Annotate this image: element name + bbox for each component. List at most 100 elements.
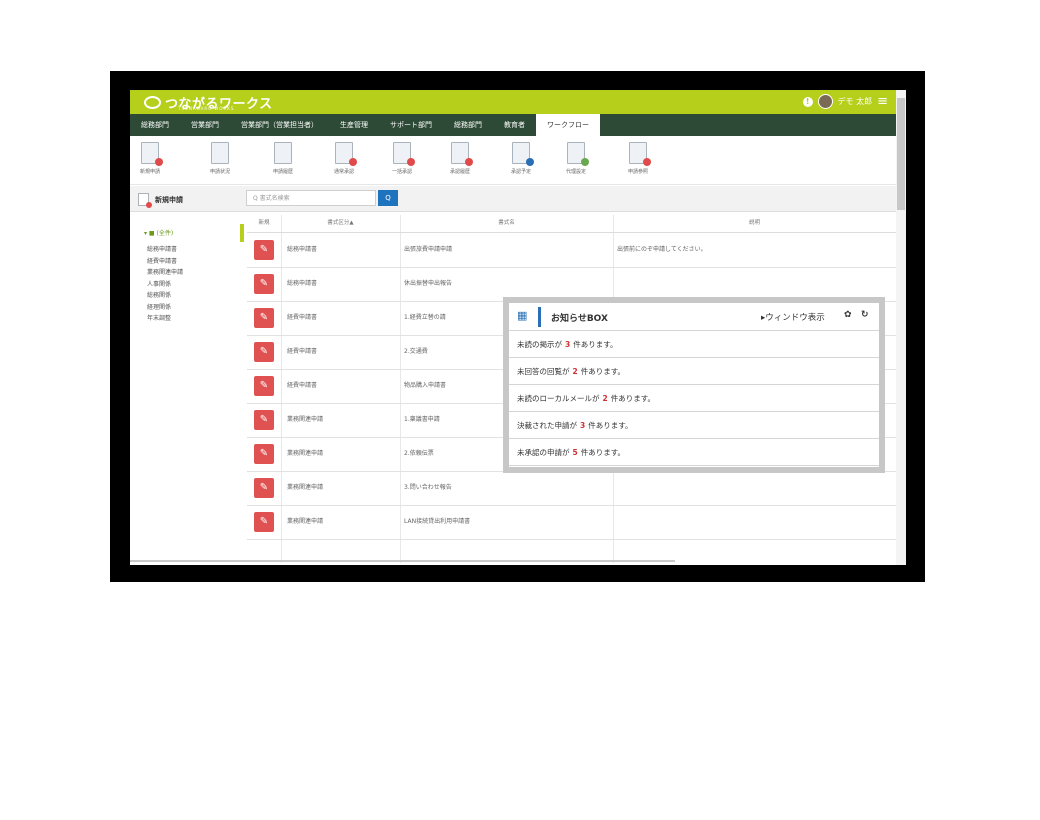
notice-count: 5 xyxy=(572,448,578,457)
scrollbar-thumb[interactable] xyxy=(897,98,905,210)
nav-item[interactable]: サポート部門 xyxy=(379,114,443,136)
user-area: ! デモ 太郎 ≡ xyxy=(802,94,888,109)
top-header: つながるワークス TSUNAGARU WORKS ! デモ 太郎 ≡ xyxy=(130,90,896,114)
history-icon xyxy=(274,142,292,164)
notice-text: 未読の掲示が xyxy=(517,340,562,349)
edit-pencil-icon[interactable]: ✎ xyxy=(254,240,274,260)
nav-item[interactable]: 総務部門 xyxy=(130,114,180,136)
notice-divider xyxy=(538,307,541,327)
tree-list: 総務申請書 経費申請書 業務関連申請 人事関係 総務関係 経理関係 年末調整 xyxy=(147,244,183,325)
notice-box: ▦ お知らせBOX ▸ウィンドウ表示 ✿ ↻ 未読の掲示が 3 件あります。 未回答の… xyxy=(503,297,885,473)
edit-pencil-icon[interactable]: ✎ xyxy=(254,342,274,362)
nav-item[interactable]: 生産管理 xyxy=(329,114,379,136)
category-cell: 業務関連申請 xyxy=(287,518,324,525)
nav-item[interactable]: 営業部門 xyxy=(180,114,230,136)
edit-pencil-icon[interactable]: ✎ xyxy=(254,410,274,430)
category-cell: 業務関連申請 xyxy=(287,416,324,423)
logo-mark-icon xyxy=(144,95,161,109)
refresh-icon[interactable]: ↻ xyxy=(861,310,869,320)
toolbar-label: 承認予定 xyxy=(510,169,531,175)
reference-icon xyxy=(629,142,651,166)
avatar[interactable] xyxy=(817,94,833,109)
form-name-cell[interactable]: 3.問い合わせ報告 xyxy=(404,471,609,505)
toolbar-status-button[interactable]: 申請状況 xyxy=(195,142,245,175)
notice-count: 2 xyxy=(602,394,608,403)
notice-box-content: ▦ お知らせBOX ▸ウィンドウ表示 ✿ ↻ 未読の掲示が 3 件あります。 未回答の… xyxy=(509,303,879,467)
gear-icon[interactable]: ✿ xyxy=(844,310,852,320)
edit-pencil-icon[interactable]: ✎ xyxy=(254,512,274,532)
search-button[interactable]: Q xyxy=(378,190,398,206)
description-cell xyxy=(617,471,892,505)
toolbar-label: 代理設定 xyxy=(565,169,586,175)
bulk-approve-icon xyxy=(393,142,415,166)
tree-item[interactable]: 経理関係 xyxy=(147,302,183,314)
panel-title-text: 新規申請 xyxy=(155,195,183,204)
edit-pencil-icon[interactable]: ✎ xyxy=(254,308,274,328)
table-row[interactable]: ✎ 業務関連申請 LAN接続貸出利用申請書 xyxy=(247,505,896,540)
notice-item[interactable]: 未承認の申請が 5 件あります。 xyxy=(509,439,879,466)
tree-root-all[interactable]: ▾ ■ (全件) xyxy=(144,228,173,237)
notice-item[interactable]: 未回答の回覧が 2 件あります。 xyxy=(509,358,879,385)
notice-item[interactable]: 未読の掲示が 3 件あります。 xyxy=(509,331,879,358)
horizontal-scrollbar[interactable] xyxy=(130,560,675,562)
header-category[interactable]: 書式区分▲ xyxy=(281,215,400,232)
toolbar-approve-history-button[interactable]: 承認履歴 xyxy=(435,142,485,175)
notice-text: 未読のローカルメールが xyxy=(517,394,600,403)
edit-pencil-icon[interactable]: ✎ xyxy=(254,274,274,294)
workflow-toolbar: 新規申請 申請状況 申請履歴 通常承認 一括承認 承認履歴 承認予定 代理設定 申請参照 xyxy=(130,136,896,185)
notice-item[interactable]: 決裁された申請が 3 件あります。 xyxy=(509,412,879,439)
panel-title: 新規申請 xyxy=(138,193,183,208)
table-row[interactable]: ✎ 総務申請書 出張旅費申請申請 出張前にのぞ申請してください。 xyxy=(247,233,896,268)
nav-item[interactable]: 総務部門 xyxy=(443,114,493,136)
form-name-cell[interactable]: 休出振替申出報告 xyxy=(404,267,609,301)
main-nav: 総務部門 営業部門 営業部門（営業担当者） 生産管理 サポート部門 総務部門 教… xyxy=(130,114,896,136)
table-row[interactable]: ✎ 業務関連申請 3.問い合わせ報告 xyxy=(247,471,896,506)
toolbar-label: 申請参照 xyxy=(627,169,648,175)
notice-count: 3 xyxy=(565,340,571,349)
info-icon[interactable]: ! xyxy=(802,96,813,107)
form-name-cell[interactable]: LAN接続貸出利用申請書 xyxy=(404,505,609,539)
toolbar-new-request-button[interactable]: 新規申請 xyxy=(130,142,175,175)
form-name-cell[interactable]: 出張旅費申請申請 xyxy=(404,233,609,267)
toolbar-proxy-button[interactable]: 代理設定 xyxy=(551,142,601,175)
badge-icon xyxy=(643,158,651,166)
hamburger-menu-icon[interactable]: ≡ xyxy=(877,95,888,108)
toolbar-bulk-approve-button[interactable]: 一括承認 xyxy=(377,142,427,175)
window-view-link[interactable]: ▸ウィンドウ表示 xyxy=(761,311,825,323)
edit-pencil-icon[interactable]: ✎ xyxy=(254,444,274,464)
category-cell: 業務関連申請 xyxy=(287,484,324,491)
toolbar-history-button[interactable]: 申請履歴 xyxy=(258,142,308,175)
toolbar-label: 承認履歴 xyxy=(449,169,470,175)
logo-subtext: TSUNAGARU WORKS xyxy=(178,106,235,111)
nav-item[interactable]: 営業部門（営業担当者） xyxy=(230,114,329,136)
header-description[interactable]: 説明 xyxy=(613,215,896,232)
vertical-scrollbar[interactable] xyxy=(896,90,906,565)
category-cell: 総務申請書 xyxy=(287,280,318,287)
nav-item[interactable]: 教育者 xyxy=(493,114,536,136)
tree-item[interactable]: 業務関連申請 xyxy=(147,267,183,279)
toolbar-reference-button[interactable]: 申請参照 xyxy=(613,142,663,175)
user-name[interactable]: デモ 太郎 xyxy=(838,96,873,107)
toolbar-approve-schedule-button[interactable]: 承認予定 xyxy=(496,142,546,175)
tree-item[interactable]: 総務関係 xyxy=(147,290,183,302)
notice-grid-icon: ▦ xyxy=(517,309,528,322)
approve-icon xyxy=(335,142,357,166)
tree-item[interactable]: 人事関係 xyxy=(147,279,183,291)
toolbar-approve-button[interactable]: 通常承認 xyxy=(319,142,369,175)
notice-text: 決裁された申請が xyxy=(517,421,577,430)
edit-pencil-icon[interactable]: ✎ xyxy=(254,376,274,396)
proxy-icon xyxy=(567,142,589,166)
tree-item[interactable]: 経費申請書 xyxy=(147,256,183,268)
table-header: 新規 書式区分▲ 書式名 説明 xyxy=(247,215,896,233)
category-tree: ▾ ■ (全件) 総務申請書 経費申請書 業務関連申請 人事関係 総務関係 経理関係 年末調… xyxy=(130,212,244,562)
search-input[interactable]: Q 書式名検索 xyxy=(246,190,376,206)
edit-pencil-icon[interactable]: ✎ xyxy=(254,478,274,498)
notice-text-suffix: 件あります。 xyxy=(573,340,618,349)
approve-schedule-icon xyxy=(512,142,534,166)
toolbar-label: 一括承認 xyxy=(391,169,412,175)
tree-item[interactable]: 総務申請書 xyxy=(147,244,183,256)
header-form-name[interactable]: 書式名 xyxy=(400,215,613,232)
nav-item-workflow[interactable]: ワークフロー xyxy=(536,114,600,136)
tree-item[interactable]: 年末調整 xyxy=(147,313,183,325)
notice-item[interactable]: 未読のローカルメールが 2 件あります。 xyxy=(509,385,879,412)
